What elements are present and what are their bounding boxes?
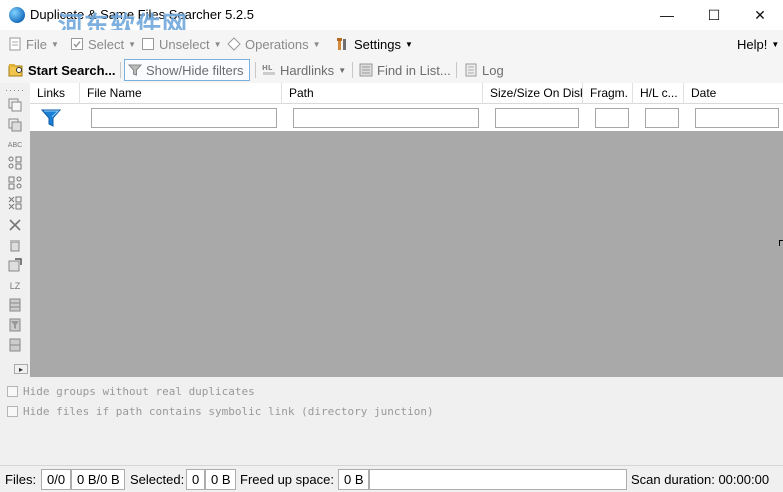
toolbar: Start Search... Show/Hide filters HL Har… — [0, 57, 783, 83]
svg-text:HL: HL — [262, 64, 273, 72]
start-search-button[interactable]: Start Search... — [5, 59, 118, 81]
diamond-icon — [227, 37, 241, 51]
column-header-file-name[interactable]: File Name — [80, 83, 282, 104]
filter-file-name-input[interactable] — [91, 108, 277, 128]
abc-icon[interactable]: ABC — [7, 138, 23, 152]
recycle-bin-icon[interactable] — [7, 238, 23, 252]
hide-symlink-checkbox[interactable] — [7, 406, 18, 417]
filter-size-input[interactable] — [495, 108, 579, 128]
filter-funnel-icon[interactable] — [40, 107, 62, 129]
selected-count: 0 — [186, 469, 205, 490]
hide-groups-label: Hide groups without real duplicates — [23, 385, 255, 398]
column-header-path[interactable]: Path — [282, 83, 483, 104]
lz-icon[interactable]: LZ — [7, 279, 23, 293]
film-strip-icon[interactable] — [7, 298, 23, 312]
select-tree-icon[interactable] — [7, 156, 23, 170]
maximize-button[interactable]: ☐ — [691, 0, 737, 30]
close-button[interactable]: ✕ — [737, 0, 783, 30]
minimize-button[interactable]: — — [644, 0, 690, 30]
left-toolbar: ····· ABC LZ ▸ — [0, 83, 30, 377]
close-icon: ✕ — [754, 6, 766, 23]
hardlinks-button[interactable]: HL Hardlinks ▼ — [259, 59, 349, 81]
hide-symlink-option[interactable]: Hide files if path contains symbolic lin… — [7, 405, 434, 418]
checkbox-icon — [71, 38, 83, 50]
menu-unselect[interactable]: Unselect ▼ — [141, 34, 222, 54]
column-header-size[interactable]: Size/Size On Disk — [483, 83, 583, 104]
chevron-down-icon: ▼ — [338, 65, 347, 75]
status-bar: Files: 0/0 0 B/0 B Selected: 0 0 B Freed… — [0, 465, 783, 492]
menu-select[interactable]: Select ▼ — [70, 34, 136, 54]
grid-header: Links File Name Path Size/Size On Disk F… — [30, 83, 783, 104]
expand-right-icon[interactable]: ▸ — [14, 364, 28, 374]
menu-operations[interactable]: Operations ▼ — [227, 34, 321, 54]
chevron-down-icon: ▼ — [312, 39, 321, 49]
filter-fragm-input[interactable] — [595, 108, 629, 128]
hide-groups-checkbox[interactable] — [7, 386, 18, 397]
menu-settings[interactable]: Settings ▼ — [336, 34, 413, 54]
toolbar-separator — [352, 62, 353, 78]
menu-file[interactable]: File ▼ — [8, 34, 59, 54]
filter-date-input[interactable] — [695, 108, 779, 128]
toolbar-separator — [255, 62, 256, 78]
film-strip-alt-icon[interactable] — [7, 338, 23, 352]
chevron-down-icon: ▼ — [404, 39, 413, 49]
select-tree-alt-icon[interactable] — [7, 176, 23, 190]
filter-row — [30, 104, 783, 131]
menu-help[interactable]: Help! ▼ — [737, 34, 779, 54]
options-panel: Hide groups without real duplicates Hide… — [0, 377, 783, 465]
find-in-list-button[interactable]: Find in List... — [356, 59, 454, 81]
unchecked-box-icon — [142, 38, 154, 50]
chevron-down-icon: ▼ — [771, 39, 780, 49]
maximize-icon: ☐ — [707, 6, 721, 23]
splitter-handle[interactable] — [779, 240, 783, 246]
files-label: Files: — [5, 472, 37, 487]
minimize-icon: — — [660, 7, 674, 23]
log-button[interactable]: Log — [461, 59, 507, 81]
copy-all-icon[interactable] — [7, 118, 23, 132]
grip-icon: ····· — [5, 85, 25, 95]
copy-group-icon[interactable] — [7, 98, 23, 112]
hide-groups-option[interactable]: Hide groups without real duplicates — [7, 385, 255, 398]
show-hide-filters-button[interactable]: Show/Hide filters — [124, 59, 250, 81]
column-header-fragm[interactable]: Fragm. — [583, 83, 633, 104]
column-header-hl-count[interactable]: H/L c... — [633, 83, 684, 104]
selected-size: 0 B — [205, 469, 236, 490]
log-icon — [465, 63, 477, 77]
freed-space-value: 0 B — [338, 469, 369, 490]
file-icon — [9, 37, 21, 51]
chevron-down-icon: ▼ — [50, 39, 59, 49]
delete-x-icon[interactable] — [7, 218, 23, 232]
column-header-date[interactable]: Date — [684, 83, 783, 104]
move-icon[interactable] — [7, 258, 23, 272]
filter-hl-count-input[interactable] — [645, 108, 679, 128]
selected-label: Selected: — [130, 472, 185, 487]
column-header-links[interactable]: Links — [30, 83, 80, 104]
hardlink-icon: HL — [262, 64, 275, 75]
chevron-down-icon: ▼ — [128, 39, 137, 49]
unselect-tree-icon[interactable] — [7, 196, 23, 210]
progress-area — [369, 469, 627, 490]
app-icon — [9, 7, 25, 23]
hide-symlink-label: Hide files if path contains symbolic lin… — [23, 405, 434, 418]
toolbar-separator — [120, 62, 121, 78]
scan-duration: Scan duration: 00:00:00 — [631, 472, 770, 487]
film-filter-icon[interactable] — [7, 318, 23, 332]
window-title: Duplicate & Same Files Searcher 5.2.5 — [30, 7, 254, 22]
find-list-icon — [359, 63, 373, 77]
freed-space-label: Freed up space: — [240, 472, 334, 487]
menu-bar: File ▼ Select ▼ Unselect ▼ Operations ▼ … — [0, 30, 783, 57]
toolbar-separator — [456, 62, 457, 78]
chevron-down-icon: ▼ — [213, 39, 222, 49]
filter-path-input[interactable] — [293, 108, 479, 128]
files-size: 0 B/0 B — [71, 469, 125, 490]
filter-icon — [128, 64, 142, 76]
wrench-icon — [337, 38, 346, 50]
title-bar: Duplicate & Same Files Searcher 5.2.5 河东… — [0, 0, 783, 63]
results-grid[interactable]: Links File Name Path Size/Size On Disk F… — [30, 83, 783, 377]
files-count: 0/0 — [41, 469, 71, 490]
search-folder-icon — [8, 64, 23, 77]
